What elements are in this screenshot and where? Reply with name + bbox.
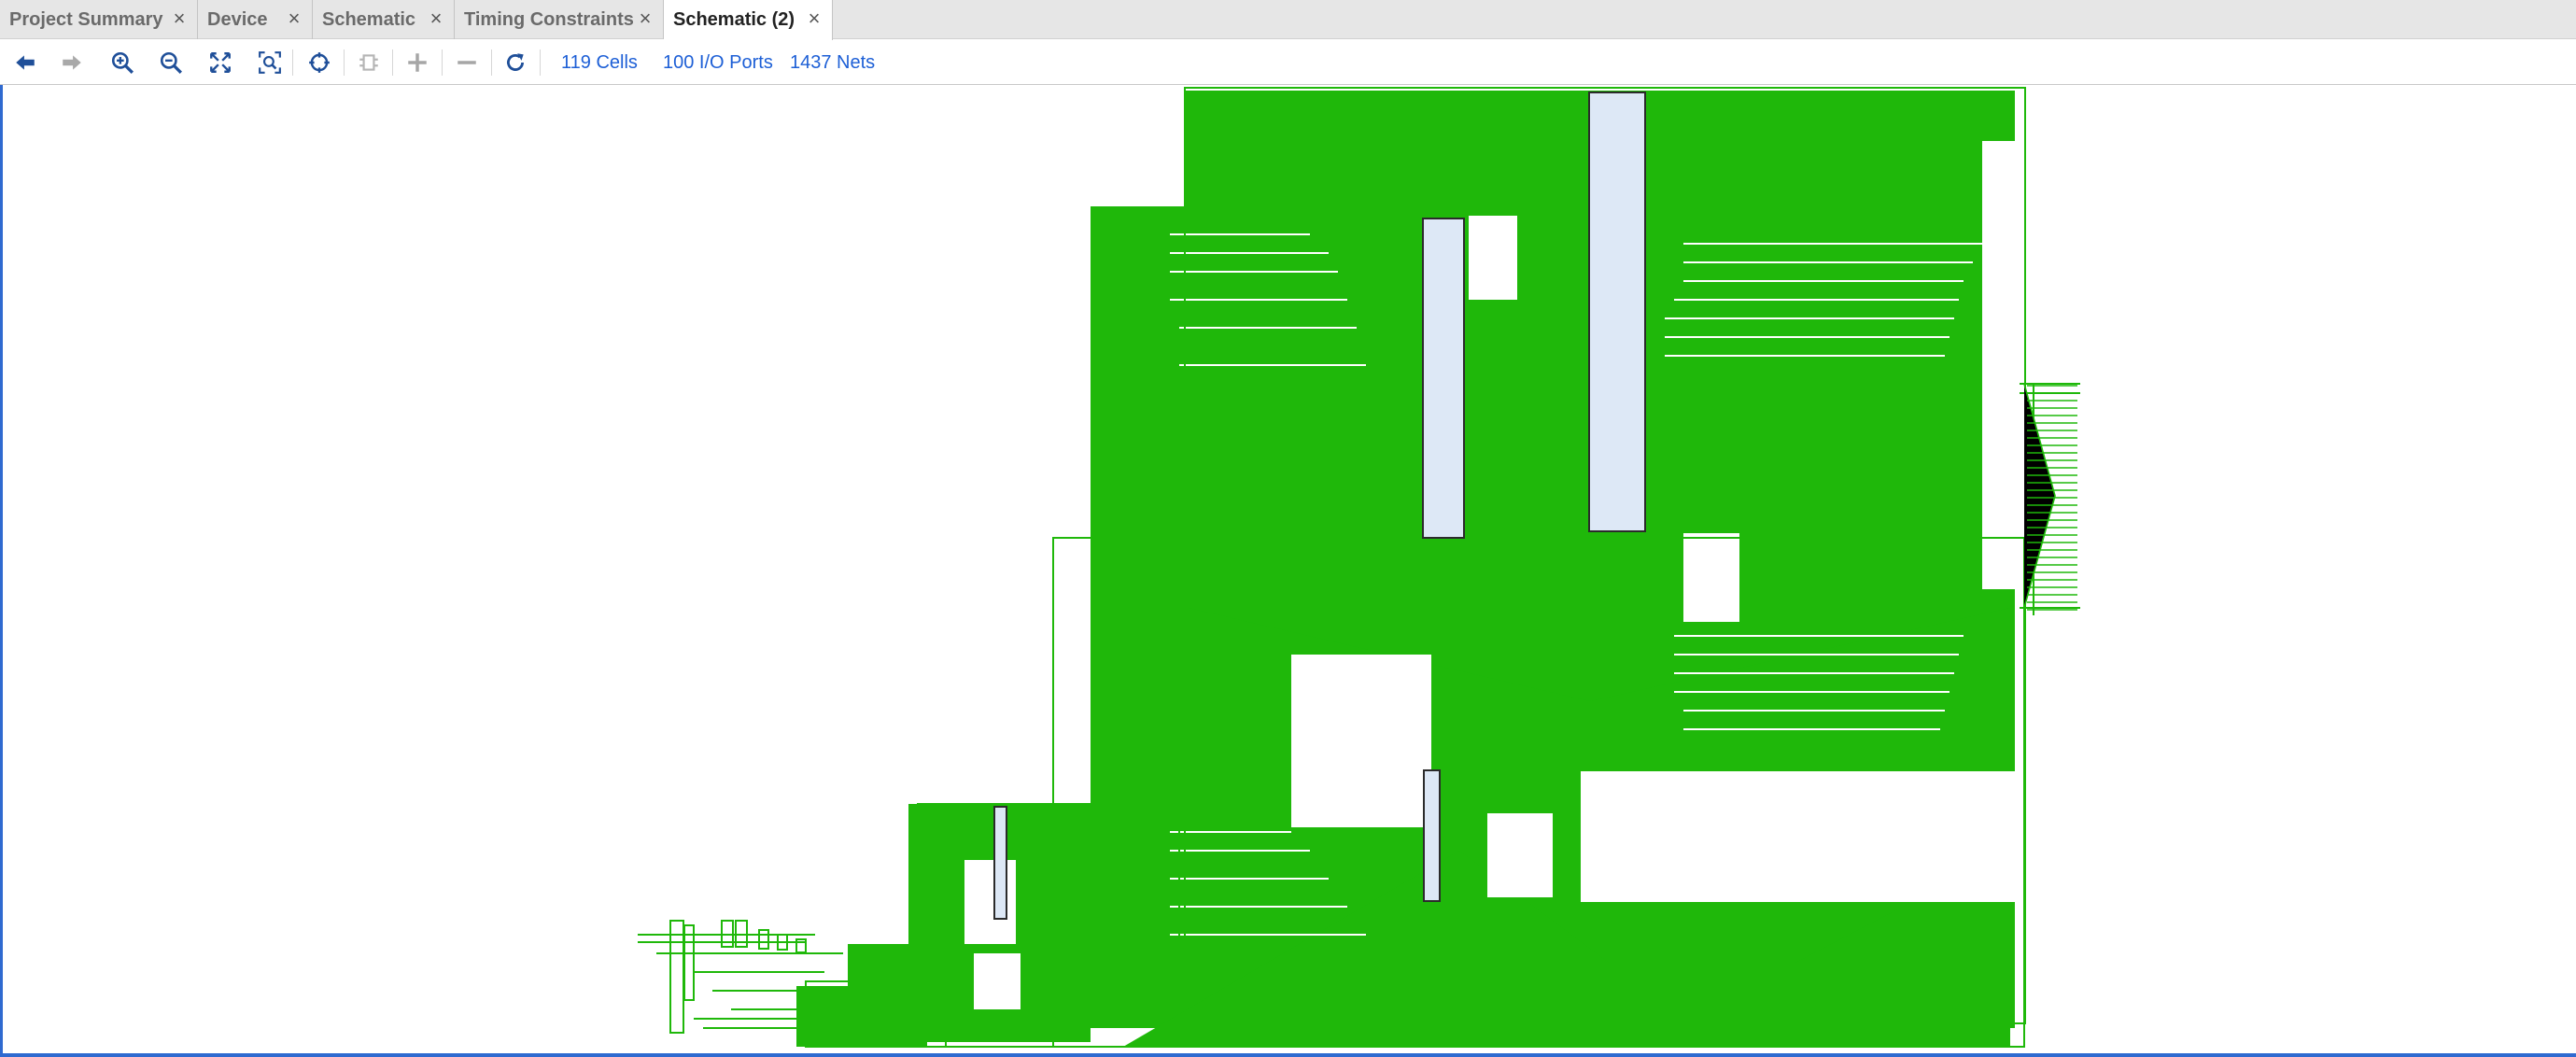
- forward-icon: [63, 55, 81, 70]
- output-ports: [2023, 383, 2077, 611]
- close-icon[interactable]: ×: [635, 8, 655, 29]
- zoom-in-icon: [111, 51, 134, 74]
- cell-block[interactable]: [1423, 769, 1441, 902]
- zoom-out-icon: [160, 51, 182, 74]
- route-button[interactable]: [353, 48, 385, 78]
- tab-label: Project Summary: [9, 8, 163, 30]
- tab-schematic[interactable]: Schematic ×: [313, 0, 455, 39]
- zoom-in-button[interactable]: [106, 48, 138, 78]
- zoom-area-icon: [259, 51, 281, 74]
- tab-schematic-2[interactable]: Schematic (2) ×: [664, 0, 833, 40]
- zoom-fit-icon: [210, 52, 231, 73]
- nets-count-link[interactable]: 1437 Nets: [790, 50, 875, 75]
- toolbar-separator: [491, 49, 492, 76]
- back-icon: [16, 55, 35, 70]
- select-button[interactable]: [303, 48, 335, 78]
- refresh-button[interactable]: [500, 48, 531, 78]
- schematic-drawing: [638, 87, 2080, 1048]
- close-icon[interactable]: ×: [284, 8, 304, 29]
- tab-project-summary[interactable]: Project Summary ×: [0, 0, 198, 39]
- expand-icon: [408, 53, 427, 72]
- tab-label: Timing Constraints: [464, 8, 634, 30]
- refresh-icon: [507, 53, 524, 71]
- toolbar-separator: [442, 49, 443, 76]
- zoom-fit-button[interactable]: [204, 48, 236, 78]
- select-icon: [309, 52, 330, 73]
- expand-button[interactable]: [401, 48, 433, 78]
- tab-label: Schematic: [322, 8, 416, 30]
- zoom-area-button[interactable]: [254, 48, 286, 78]
- zoom-out-button[interactable]: [155, 48, 187, 78]
- toolbar-separator: [344, 49, 345, 76]
- cell-block[interactable]: [993, 806, 1007, 920]
- cell-block[interactable]: [1588, 92, 1646, 532]
- collapse-icon: [457, 61, 476, 64]
- cell-block[interactable]: [1422, 218, 1465, 539]
- schematic-canvas[interactable]: [0, 85, 2576, 1057]
- route-icon: [359, 54, 378, 71]
- close-icon[interactable]: ×: [169, 8, 190, 29]
- tab-label: Schematic (2): [673, 9, 795, 30]
- io-ports-count-link[interactable]: 100 I/O Ports: [663, 50, 773, 75]
- toolbar-separator: [392, 49, 393, 76]
- editor-tab-bar: Project Summary × Device × Schematic × T…: [0, 0, 2576, 40]
- schematic-toolbar: 119 Cells 100 I/O Ports 1437 Nets: [0, 40, 2576, 85]
- tab-label: Device: [207, 8, 268, 30]
- toolbar-separator: [540, 49, 541, 76]
- cells-count-link[interactable]: 119 Cells: [561, 50, 638, 75]
- tab-timing-constraints[interactable]: Timing Constraints ×: [455, 0, 664, 39]
- close-icon[interactable]: ×: [426, 8, 446, 29]
- forward-button[interactable]: [56, 48, 88, 78]
- back-button[interactable]: [9, 48, 41, 78]
- close-icon[interactable]: ×: [804, 8, 824, 29]
- toolbar-separator: [292, 49, 293, 76]
- tab-device[interactable]: Device ×: [198, 0, 313, 39]
- collapse-button[interactable]: [451, 48, 483, 78]
